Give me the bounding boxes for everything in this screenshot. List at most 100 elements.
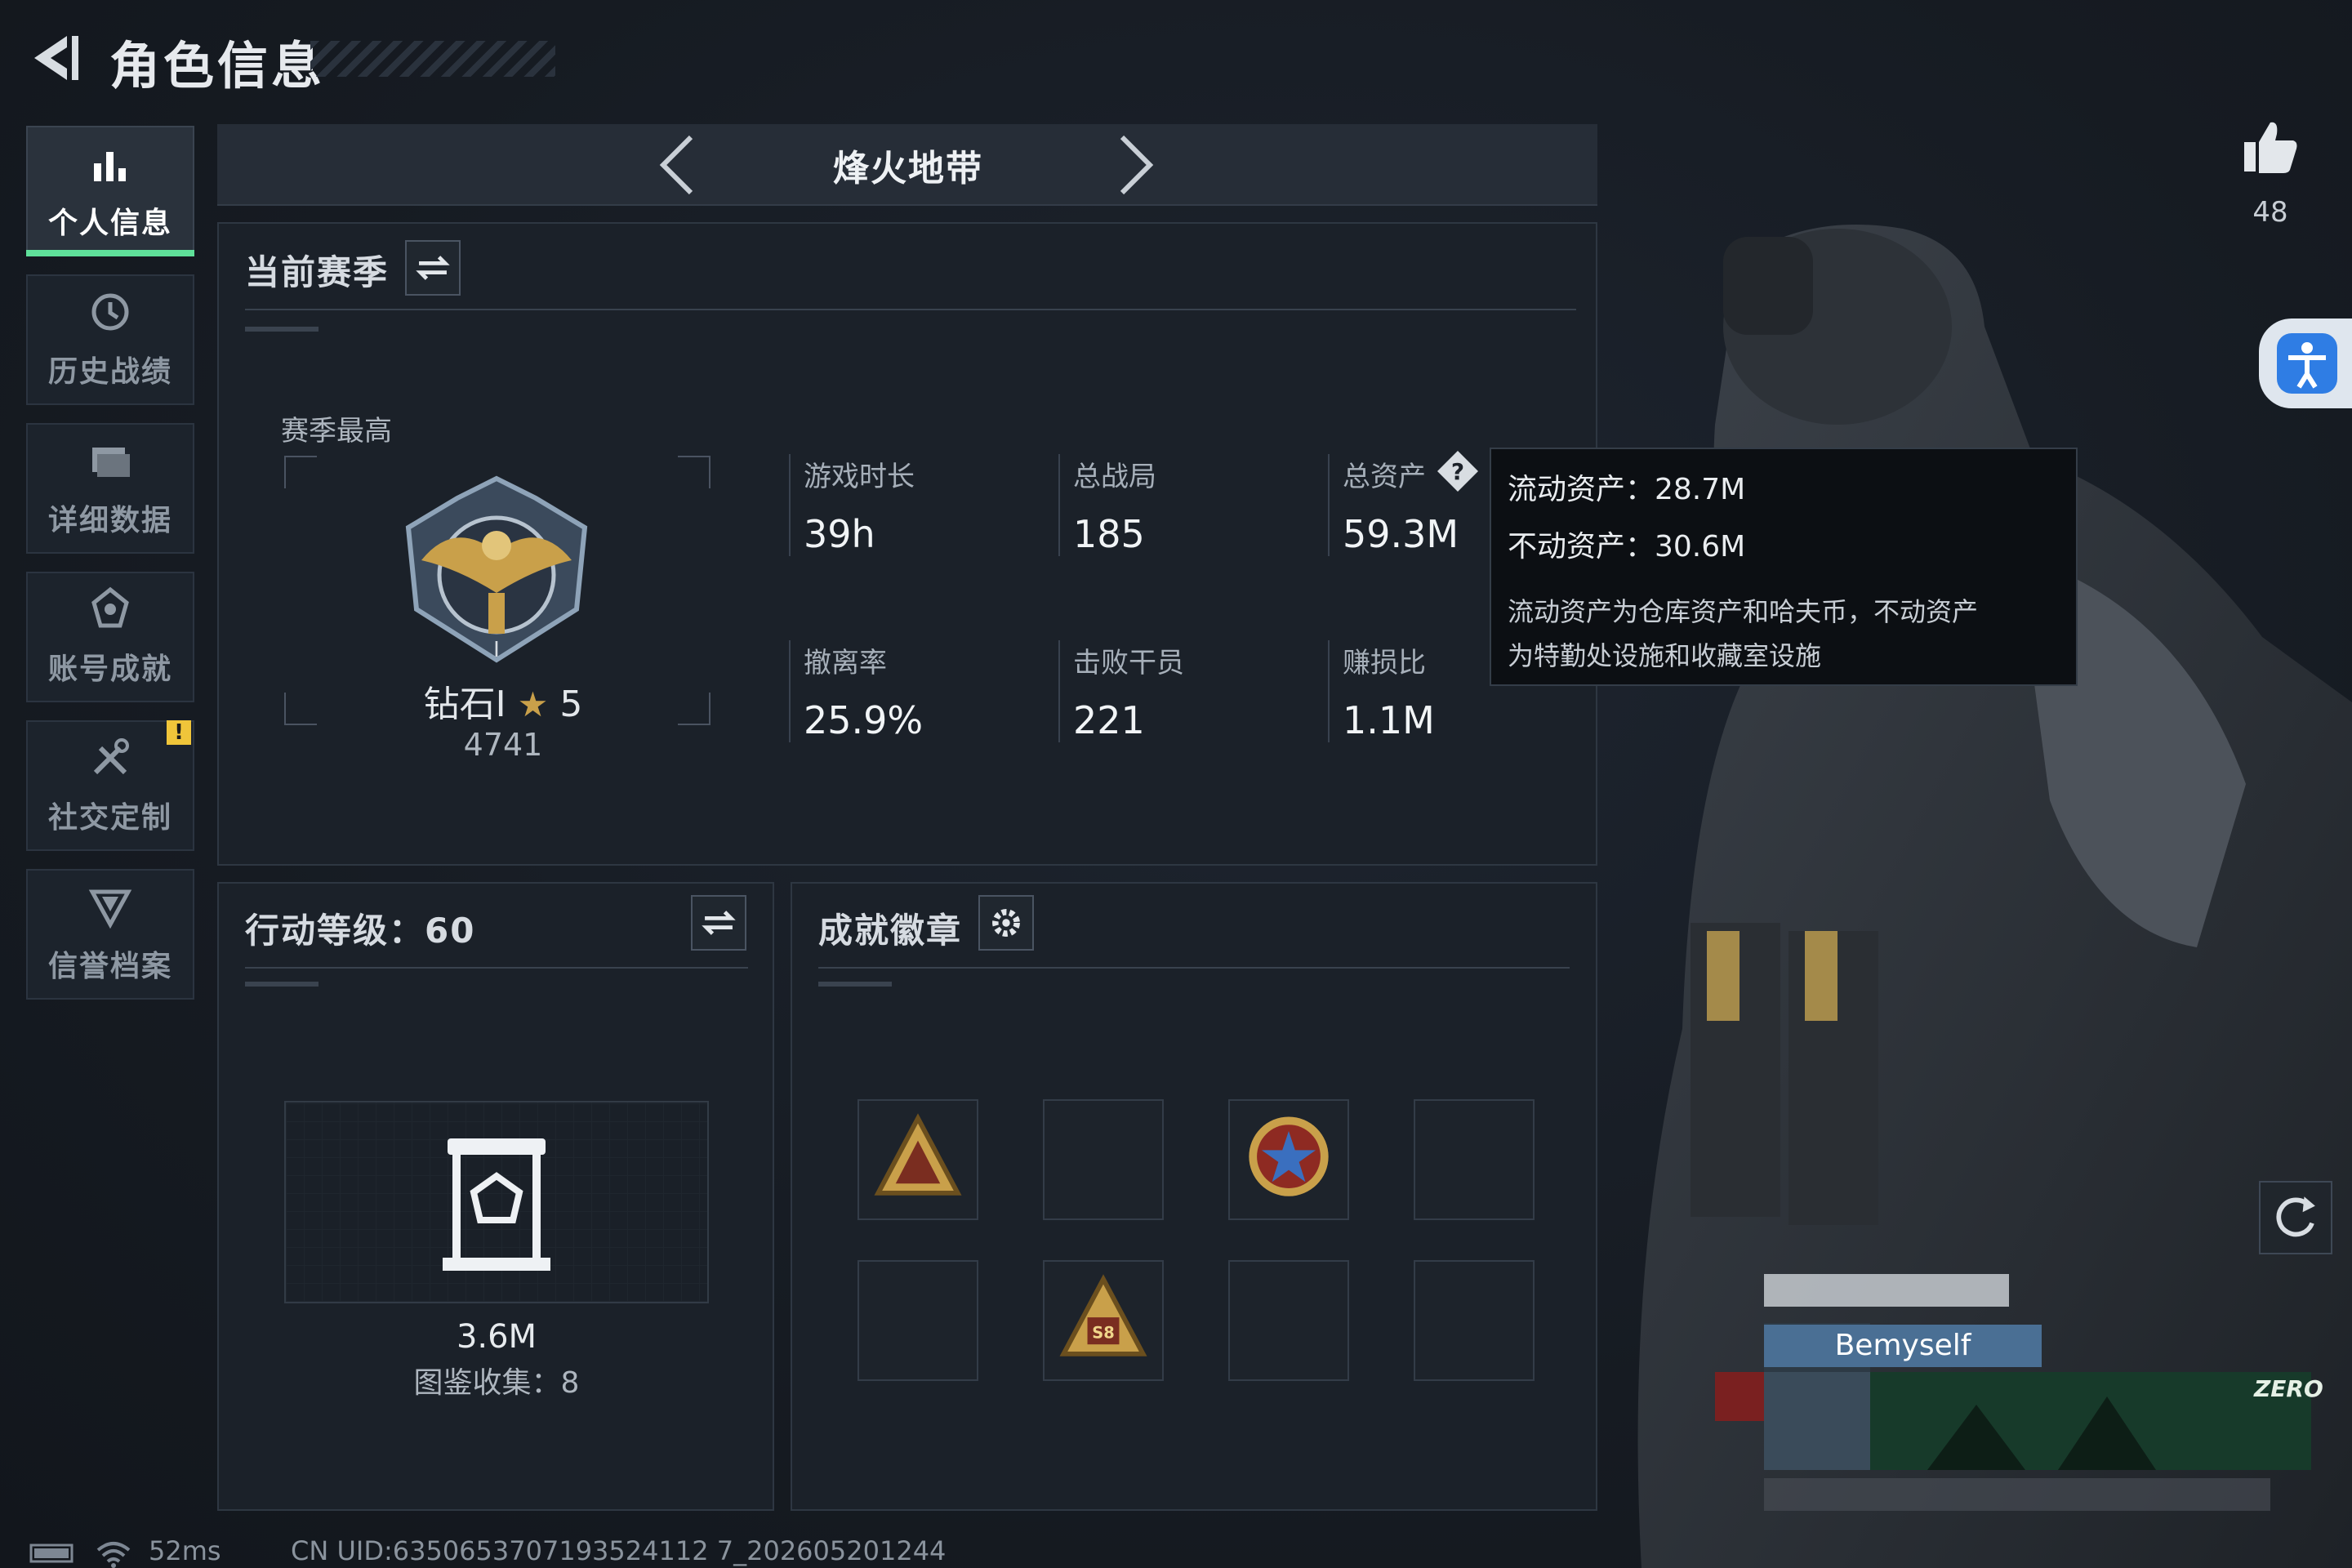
badge-slot-empty[interactable]: [858, 1260, 978, 1381]
badge-slot-empty[interactable]: [1228, 1260, 1349, 1381]
divider: [818, 967, 1570, 969]
tooltip-note: 流动资产为仓库资产和哈夫币，不动资产 为特勤处设施和收藏室设施: [1508, 590, 2060, 678]
collection-count: 图鉴收集：8: [413, 1366, 580, 1400]
sidebar-item-achievements[interactable]: 账号成就: [26, 572, 194, 702]
badge-settings-button[interactable]: [978, 895, 1034, 951]
season-switch-button[interactable]: [405, 240, 461, 296]
season-best-label: 赛季最高: [281, 415, 392, 448]
badge-slot[interactable]: [1228, 1099, 1349, 1220]
rank-score: 4741: [463, 727, 543, 763]
stat-label: 游戏时长: [804, 461, 915, 493]
wifi-icon: [96, 1542, 131, 1568]
decor-line: [245, 982, 318, 987]
folder-icon: [92, 448, 130, 477]
sidebar-item-label: 历史战绩: [47, 355, 172, 389]
asset-tooltip: 流动资产：28.7M 不动资产：30.6M 流动资产为仓库资产和哈夫币，不动资产…: [1490, 448, 2078, 686]
tools-icon: [93, 738, 129, 775]
help-diamond-icon[interactable]: ?: [1436, 449, 1480, 493]
badge-slot[interactable]: S8: [1043, 1260, 1164, 1381]
player-card[interactable]: [1764, 1274, 2319, 1519]
sidebar-item-reputation[interactable]: 信誉档案: [26, 869, 194, 1000]
svg-text:?: ?: [1451, 458, 1464, 485]
warning-badge: !: [167, 720, 191, 745]
fixed-assets: 不动资产：30.6M: [1508, 530, 1746, 564]
rank-name-row: 钻石I ★ 5: [381, 675, 626, 727]
clock-history-icon: [91, 293, 129, 331]
swap-icon: [702, 911, 736, 935]
ping-value: 52ms: [149, 1535, 221, 1566]
stat-play-time: 游戏时长 39h: [789, 454, 915, 556]
thumbs-up-icon[interactable]: [2238, 114, 2303, 180]
season-title: 当前赛季: [245, 252, 390, 292]
like-count: 48: [2252, 196, 2288, 229]
battery-icon: [29, 1544, 74, 1563]
achievement-icon: [91, 586, 129, 628]
sidebar-item-label: 详细数据: [47, 504, 172, 537]
collection-value: 3.6M: [456, 1318, 537, 1356]
liquid-assets: 流动资产：28.7M: [1508, 473, 1746, 506]
reputation-icon: [88, 889, 132, 929]
sidebar-item-label: 社交定制: [47, 801, 172, 835]
badge-slot-empty[interactable]: [1043, 1099, 1164, 1220]
stat-extract-rate: 撤离率 25.9%: [789, 640, 923, 742]
stat-total-matches: 总战局 185: [1058, 454, 1156, 556]
decor-line: [245, 327, 318, 332]
stat-value: 185: [1073, 512, 1145, 556]
frame-corner: [284, 693, 317, 725]
uid-text: CN UID:6350653707193524112 7_20260520124…: [291, 1535, 947, 1566]
frame-corner: [678, 456, 710, 488]
sidebar-item-label: 个人信息: [47, 207, 172, 240]
divider: [245, 309, 1576, 310]
sidebar-item-history[interactable]: 历史战绩: [26, 274, 194, 405]
badge-slot-empty[interactable]: [1414, 1260, 1535, 1381]
star-icon: ★: [517, 684, 549, 724]
stat-label: 撤离率: [804, 647, 887, 679]
tooltip-note-line: 流动资产为仓库资产和哈夫币，不动资产: [1508, 596, 1979, 627]
action-switch-button[interactable]: [691, 895, 746, 951]
tooltip-note-line: 为特勤处设施和收藏室设施: [1508, 640, 1822, 671]
diamond-rank-emblem-icon: I: [405, 475, 588, 663]
refresh-icon: [2276, 1196, 2315, 1237]
divider: [245, 967, 748, 969]
sidebar-item-label: 信誉档案: [47, 950, 172, 983]
stat-label: 总战局: [1073, 461, 1156, 493]
stat-value: 59.3M: [1343, 512, 1459, 556]
action-level-title: 行动等级：60: [245, 911, 476, 951]
accessibility-icon: [2277, 333, 2337, 394]
rank-name: 钻石I: [423, 684, 506, 725]
player-name: Bemyself: [1764, 1325, 2042, 1367]
frame-corner: [284, 456, 317, 488]
gear-icon: [992, 909, 1020, 937]
sidebar-item-label: 账号成就: [47, 653, 172, 686]
rank-stars: 5: [559, 684, 583, 725]
triangle-team-badge-icon: [874, 1113, 962, 1196]
badge-title: 成就徽章: [818, 911, 963, 951]
badge-text: S8: [1092, 1323, 1115, 1342]
badge-slot-empty[interactable]: [1414, 1099, 1535, 1220]
stat-value: 1.1M: [1343, 698, 1435, 742]
page-title: 角色信息: [109, 36, 326, 96]
collection-cabinet-icon: [443, 1138, 550, 1271]
accessibility-button[interactable]: [2259, 318, 2352, 408]
stat-value: 221: [1073, 698, 1145, 742]
svg-text:I: I: [493, 638, 500, 662]
back-arrow-icon[interactable]: [26, 29, 83, 87]
chevron-right-icon[interactable]: [1111, 131, 1160, 199]
badge-slot[interactable]: [858, 1099, 978, 1220]
stat-value: 25.9%: [804, 698, 924, 742]
title-decoration: [310, 41, 555, 77]
stat-label: 赚损比: [1343, 647, 1426, 679]
stat-label: 击败干员: [1073, 647, 1184, 679]
collection-display[interactable]: [284, 1101, 709, 1303]
mode-title: 烽火地带: [833, 148, 983, 189]
frame-corner: [678, 693, 710, 725]
star-medal-badge-icon: [1249, 1116, 1329, 1196]
triangle-s8-badge-icon: S8: [1059, 1274, 1147, 1356]
stat-kills: 击败干员 221: [1058, 640, 1184, 742]
rotate-button[interactable]: [2259, 1181, 2332, 1254]
banner-text: ZERO: [2254, 1375, 2323, 1402]
stat-profit-ratio: 赚损比 1.1M: [1328, 640, 1435, 742]
stat-value: 39h: [804, 512, 875, 556]
decor-line: [818, 982, 892, 987]
sidebar-item-detail-data[interactable]: 详细数据: [26, 423, 194, 554]
